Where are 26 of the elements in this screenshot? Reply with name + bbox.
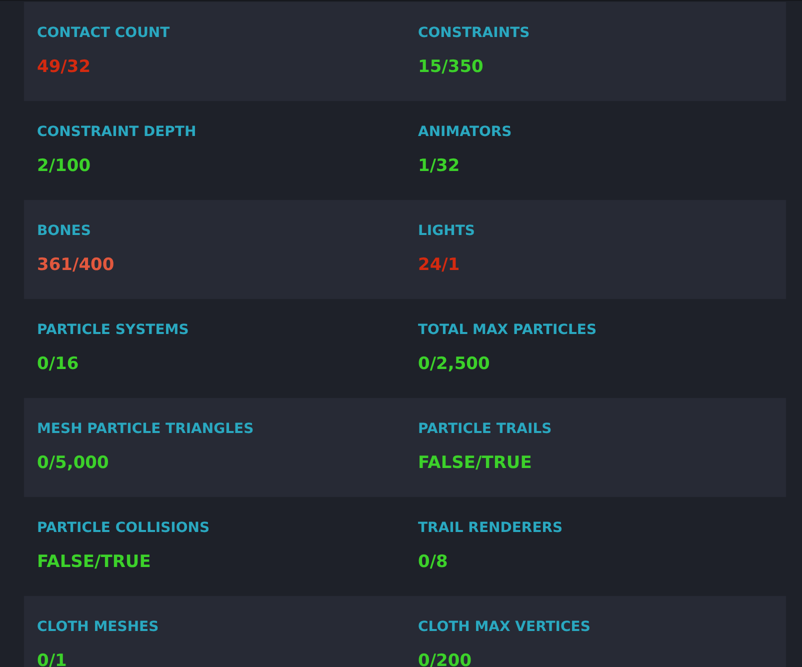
stat-label: BONES bbox=[37, 222, 92, 240]
stat-value: 2/100 bbox=[37, 155, 92, 177]
stat-value: 361/400 bbox=[37, 254, 116, 276]
stat-value: 24/1 bbox=[418, 254, 461, 276]
stat-value: 15/350 bbox=[418, 56, 484, 78]
stat-label: ANIMATORS bbox=[418, 123, 513, 141]
stat-value: 1/32 bbox=[418, 155, 461, 177]
stat-value: FALSE/TRUE bbox=[37, 551, 152, 573]
stat-label: TRAIL RENDERERS bbox=[418, 519, 564, 537]
stat-label: PARTICLE COLLISIONS bbox=[37, 519, 211, 537]
stat-label: CONSTRAINTS bbox=[418, 24, 531, 42]
stat-label: MESH PARTICLE TRIANGLES bbox=[37, 420, 255, 438]
stat-label: CLOTH MAX VERTICES bbox=[418, 618, 592, 636]
stat-label: LIGHTS bbox=[418, 222, 476, 240]
stat-value: 0/2,500 bbox=[418, 353, 491, 375]
stat-value: FALSE/TRUE bbox=[418, 452, 533, 474]
stat-label: CONSTRAINT DEPTH bbox=[37, 123, 198, 141]
stat-label: PARTICLE SYSTEMS bbox=[37, 321, 190, 339]
stat-value: 0/16 bbox=[37, 353, 80, 375]
stat-label: TOTAL MAX PARTICLES bbox=[418, 321, 598, 339]
stat-label: PARTICLE TRAILS bbox=[418, 420, 553, 438]
stat-value: 49/32 bbox=[37, 56, 92, 78]
stat-label: CLOTH MESHES bbox=[37, 618, 160, 636]
stat-value: 0/8 bbox=[418, 551, 449, 573]
stat-label: CONTACT COUNT bbox=[37, 24, 171, 42]
stat-value: 0/5,000 bbox=[37, 452, 110, 474]
